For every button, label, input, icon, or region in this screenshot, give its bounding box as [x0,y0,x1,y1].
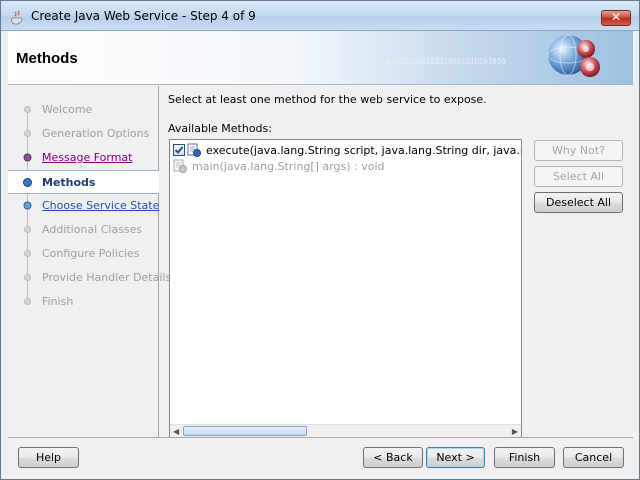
web-service-globe-icon [547,34,600,77]
nav-step-label[interactable]: Choose Service State [42,199,159,212]
nav-step-methods: Methods [8,170,159,194]
cancel-button[interactable]: Cancel [563,447,624,468]
step-disabled-icon [24,130,31,137]
step-disabled-icon [24,226,31,233]
horizontal-scrollbar[interactable]: ◀ ▶ [170,424,521,437]
nav-step-label: Provide Handler Details [42,271,172,284]
step-disabled-icon [24,106,31,113]
help-button[interactable]: Help [18,447,79,468]
available-methods-label: Available Methods: [168,122,272,135]
method-signature: execute(java.lang.String script, java.la… [206,144,522,157]
footer-divider [8,437,633,438]
method-signature: main(java.lang.String[] args) : void [192,160,385,173]
binary-decoration: 010101010101010101010101010 [386,57,506,66]
nav-step-finish: Finish [8,290,159,314]
deselect-all-button[interactable]: Deselect All [534,192,623,213]
nav-step-label: Generation Options [42,127,150,140]
scroll-right-icon[interactable]: ▶ [512,427,518,436]
methods-list[interactable]: execute(java.lang.String script, java.la… [169,139,522,438]
next-button[interactable]: Next > [426,447,485,468]
instruction-text: Select at least one method for the web s… [168,93,487,106]
step-disabled-icon [24,274,31,281]
nav-step-additional-classes: Additional Classes [8,218,159,242]
nav-step-welcome: Welcome [8,98,159,122]
wizard-steps-nav: Welcome Generation Options Message Forma… [8,86,171,437]
select-all-button[interactable]: Select All [534,166,623,187]
nav-step-label: Welcome [42,103,93,116]
method-row-execute[interactable]: execute(java.lang.String script, java.la… [170,142,522,158]
scroll-left-icon[interactable]: ◀ [173,427,179,436]
nav-step-label: Additional Classes [42,223,143,236]
nav-step-label: Methods [42,176,96,189]
method-checkbox[interactable] [173,144,185,156]
wizard-header: Methods 010101010101010101010101010 [8,31,633,85]
methods-panel: Select at least one method for the web s… [160,86,633,438]
page-title: Methods [16,50,78,67]
window-title: Create Java Web Service - Step 4 of 9 [31,9,256,23]
nav-step-label[interactable]: Message Format [42,151,132,164]
scrollbar-thumb[interactable] [183,426,307,436]
nav-step-choose-service-state[interactable]: Choose Service State [8,194,159,218]
title-bar[interactable]: Create Java Web Service - Step 4 of 9 ✕ [1,1,639,31]
back-button[interactable]: < Back [363,447,423,468]
nav-step-generation-options: Generation Options [8,122,159,146]
java-coffee-icon [11,10,23,25]
wizard-window: Create Java Web Service - Step 4 of 9 ✕ … [0,0,640,480]
nav-step-label: Configure Policies [42,247,140,260]
step-disabled-icon [24,250,31,257]
method-row-main: main(java.lang.String[] args) : void [170,158,521,174]
nav-step-provide-handler-details: Provide Handler Details [8,266,171,290]
method-disabled-icon [173,159,187,173]
step-current-icon [23,178,32,187]
nav-step-configure-policies: Configure Policies [8,242,159,266]
finish-button[interactable]: Finish [494,447,555,468]
nav-step-message-format[interactable]: Message Format [8,146,159,170]
nav-step-label: Finish [42,295,74,308]
close-icon: ✕ [610,10,622,24]
method-icon [187,143,201,157]
step-disabled-icon [24,298,31,305]
step-visited-icon [23,153,32,162]
why-not-button[interactable]: Why Not? [534,140,623,161]
close-button[interactable]: ✕ [601,10,631,26]
checkmark-icon [174,146,184,154]
step-link-icon [23,201,32,210]
